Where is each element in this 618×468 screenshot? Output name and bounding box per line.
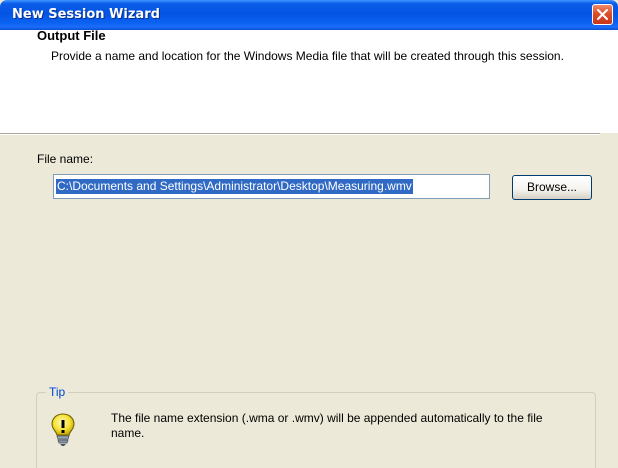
browse-button[interactable]: Browse... — [512, 175, 592, 200]
file-name-value: C:\Documents and Settings\Administrator\… — [56, 179, 413, 194]
wizard-header — [0, 30, 618, 133]
close-button[interactable] — [592, 4, 613, 25]
title-bar[interactable]: New Session Wizard — [0, 0, 618, 30]
tip-text: The file name extension (.wma or .wmv) w… — [111, 411, 543, 440]
lightbulb-tip-icon — [47, 411, 79, 447]
wizard-window: New Session Wizard Output File Provide a… — [0, 0, 618, 468]
file-name-label: File name: — [37, 152, 94, 166]
page-title: Output File — [37, 28, 106, 43]
file-name-input[interactable]: C:\Documents and Settings\Administrator\… — [53, 174, 490, 199]
close-icon — [597, 9, 608, 20]
header-divider-highlight — [0, 134, 600, 135]
window-title: New Session Wizard — [12, 7, 160, 22]
tip-legend: Tip — [46, 385, 69, 399]
page-description: Provide a name and location for the Wind… — [51, 49, 564, 63]
